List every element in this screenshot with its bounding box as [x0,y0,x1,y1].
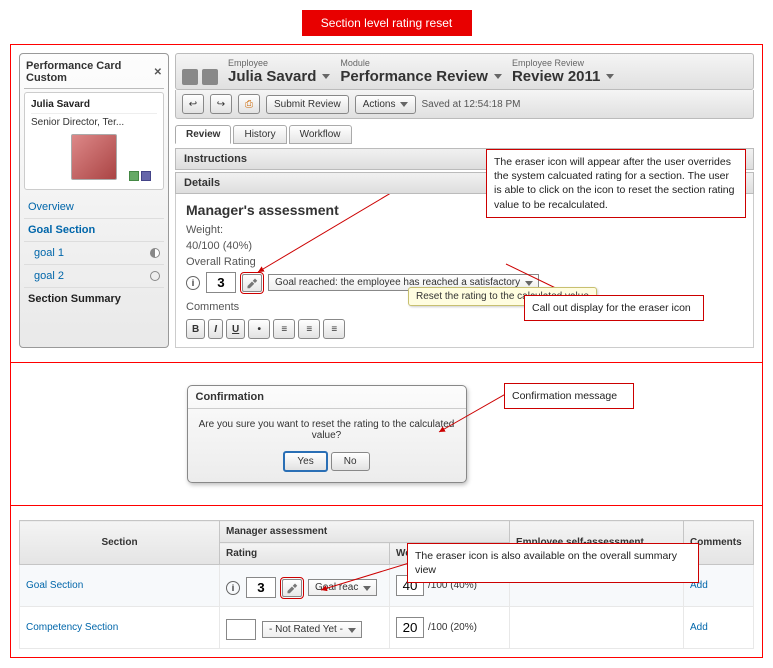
summary-rating-input[interactable] [226,619,256,640]
overall-rating-label: Overall Rating [186,256,743,268]
sidebar-item-overview[interactable]: Overview [24,196,164,218]
annotation-summary-eraser: The eraser icon is also available on the… [407,543,699,583]
status-badge-icon [129,171,139,181]
save-status: Saved at 12:54:18 PM [422,99,521,110]
summary-rating-input[interactable] [246,577,276,598]
underline-button[interactable]: U [226,319,245,339]
context-employee-picker[interactable]: Julia Savard [228,68,330,85]
dialog-title: Confirmation [188,386,466,409]
rating-input[interactable] [206,272,236,293]
info-icon[interactable]: i [226,581,240,595]
col-section: Section [20,521,220,565]
sidebar-item-goal-section[interactable]: Goal Section [24,218,164,241]
employee-title: Senior Director, Ter... [31,117,157,128]
add-link[interactable]: Add [690,622,708,633]
col-rating: Rating [220,543,390,565]
redo-icon[interactable]: ↪ [210,94,232,114]
summary-rating-dropdown[interactable]: Goal reac [308,579,377,596]
tab-review[interactable]: Review [175,125,231,144]
summary-weight-input[interactable] [396,617,424,638]
annotation-callout-label: Call out display for the eraser icon [524,295,704,321]
dialog-body: Are you sure you want to reset the ratin… [188,409,466,447]
weight-value: 40/100 (40%) [186,240,743,252]
annotation-eraser-description: The eraser icon will appear after the us… [486,149,746,218]
rte-icon-2[interactable]: ≡ [273,319,295,339]
sidebar-item-section-summary[interactable]: Section Summary [24,287,164,310]
eraser-icon[interactable] [282,579,302,597]
summary-section-link[interactable]: Competency Section [26,622,118,633]
rte-icon-1[interactable]: • [248,319,270,339]
rich-text-toolbar: B I U • ≡ ≡ ≡ [186,319,743,339]
summary-section-link[interactable]: Goal Section [26,580,83,591]
chevron-down-icon [494,74,502,79]
org-icon[interactable] [202,69,218,85]
no-button[interactable]: No [331,452,370,471]
context-employee-label: Employee [228,58,330,68]
context-review-picker[interactable]: Review 2011 [512,68,614,85]
tab-workflow[interactable]: Workflow [289,125,352,144]
annotation-confirmation: Confirmation message [504,383,634,409]
chevron-down-icon [400,102,408,107]
confirmation-dialog: Confirmation Are you sure you want to re… [187,385,467,483]
page-banner: Section level rating reset [302,10,472,36]
context-module-label: Module [340,58,502,68]
italic-button[interactable]: I [208,319,223,339]
performance-card: Performance Card Custom ✕ Julia Savard S… [19,53,169,348]
rte-icon-3[interactable]: ≡ [298,319,320,339]
eraser-icon[interactable] [242,274,262,292]
chevron-down-icon [525,281,533,286]
yes-button[interactable]: Yes [283,451,327,472]
progress-dot-icon [150,248,160,258]
progress-dot-icon [150,271,160,281]
context-review-label: Employee Review [512,58,614,68]
toolbar: ↩ ↪ ⎙ Submit Review Actions Saved at 12:… [175,90,754,119]
person-icon[interactable] [182,69,198,85]
sidebar-item-goal1[interactable]: goal 1 [24,241,164,264]
bold-button[interactable]: B [186,319,205,339]
chevron-down-icon [322,74,330,79]
undo-icon[interactable]: ↩ [182,94,204,114]
context-module-picker[interactable]: Performance Review [340,68,502,85]
context-bar: Employee Julia Savard Module Performance… [175,53,754,90]
avatar [71,134,117,180]
weight-label: Weight: [186,224,743,236]
info-icon[interactable]: i [186,276,200,290]
chevron-down-icon [348,628,356,633]
employee-name: Julia Savard [31,99,157,110]
col-manager: Manager assessment [220,521,510,543]
print-icon[interactable]: ⎙ [238,94,260,114]
summary-table: Section Manager assessment Employee self… [19,520,754,649]
tab-history[interactable]: History [233,125,286,144]
chevron-down-icon [363,586,371,591]
close-icon[interactable]: ✕ [154,67,162,78]
sidebar-item-goal2[interactable]: goal 2 [24,264,164,287]
performance-card-title: Performance Card Custom [26,60,154,84]
actions-menu[interactable]: Actions [355,95,416,114]
status-badge-icon [141,171,151,181]
summary-rating-dropdown[interactable]: - Not Rated Yet - [262,621,362,638]
page-outline: Performance Card Custom ✕ Julia Savard S… [10,44,763,658]
chevron-down-icon [606,74,614,79]
summary-weight-display: /100 (20%) [428,622,477,633]
rte-icon-4[interactable]: ≡ [323,319,345,339]
submit-review-button[interactable]: Submit Review [266,95,349,114]
